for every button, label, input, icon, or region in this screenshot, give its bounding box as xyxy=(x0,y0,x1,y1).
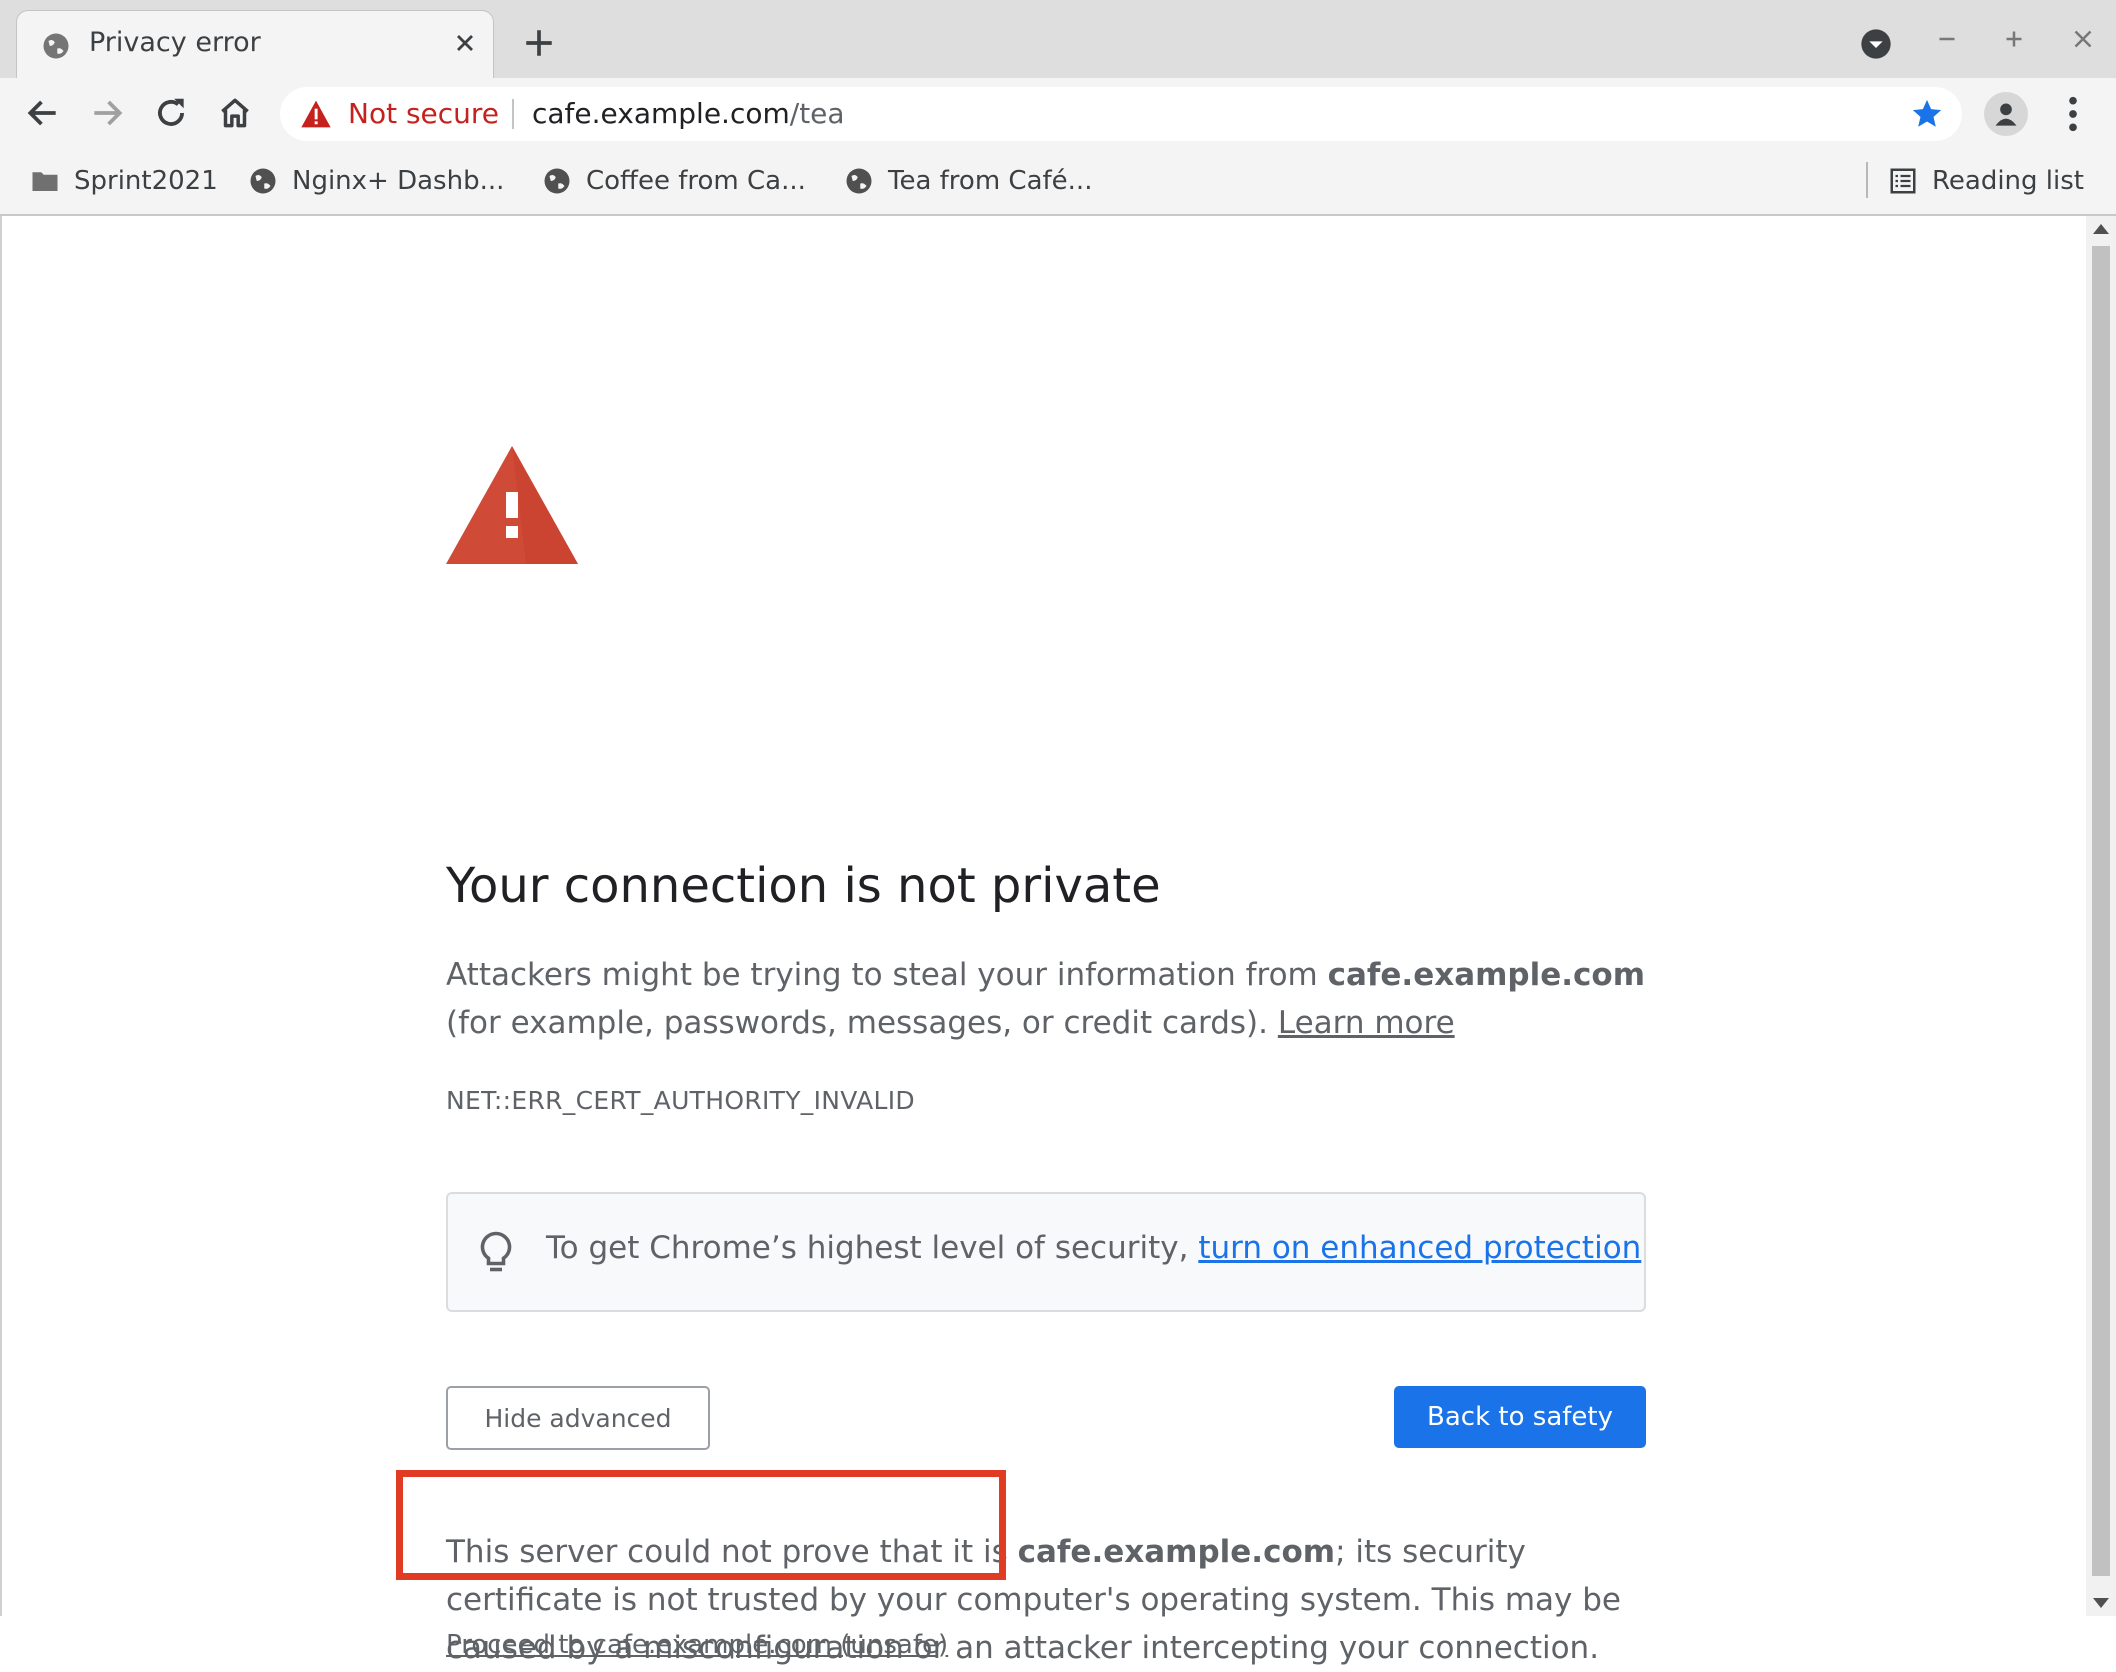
profile-avatar[interactable] xyxy=(1984,92,2028,136)
close-icon[interactable] xyxy=(451,29,479,57)
description-host: cafe.example.com xyxy=(1327,957,1646,993)
home-icon[interactable] xyxy=(216,94,254,132)
address-bar[interactable]: Not secure cafe.example.com/tea xyxy=(280,87,1962,141)
folder-icon xyxy=(32,172,58,191)
bookmark-nginx-dashboard[interactable]: Nginx+ Dashb... xyxy=(248,164,504,198)
scrollbar[interactable] xyxy=(2086,216,2116,1616)
details-host: cafe.example.com xyxy=(1017,1534,1336,1570)
description-text: Attackers might be trying to steal your … xyxy=(446,957,1328,993)
bookmark-tea-from-cafe[interactable]: Tea from Café... xyxy=(844,164,1092,198)
bookmarks-bar: Sprint2021 Nginx+ Dashb... Coffee from C… xyxy=(0,148,2116,216)
minimize-icon[interactable] xyxy=(1932,24,1962,54)
enhanced-protection-text: To get Chrome’s highest level of securit… xyxy=(546,1230,1641,1266)
chevron-down-icon[interactable] xyxy=(1860,28,1892,60)
learn-more-link[interactable]: Learn more xyxy=(1278,1005,1455,1041)
hide-advanced-button[interactable]: Hide advanced xyxy=(446,1386,710,1450)
scroll-down-arrow-icon[interactable] xyxy=(2093,1598,2109,1608)
bookmark-label: Tea from Café... xyxy=(888,166,1093,196)
url-path: /tea xyxy=(789,97,845,130)
forward-arrow-icon[interactable] xyxy=(88,94,126,132)
more-vertical-icon[interactable] xyxy=(2058,94,2088,134)
bookmark-label: Coffee from Ca... xyxy=(586,166,806,196)
maximize-icon[interactable] xyxy=(1999,24,2029,54)
scroll-up-arrow-icon[interactable] xyxy=(2093,224,2109,234)
highlight-box xyxy=(396,1470,1006,1580)
globe-icon xyxy=(43,33,69,59)
description-text-2: (for example, passwords, messages, or cr… xyxy=(446,1005,1278,1041)
not-secure-label[interactable]: Not secure xyxy=(348,97,499,130)
person-icon xyxy=(1995,103,2017,126)
omnibox-divider xyxy=(512,99,514,129)
warning-icon[interactable] xyxy=(300,99,332,129)
plus-icon[interactable] xyxy=(522,26,556,60)
proceed-unsafe-link[interactable]: Proceed to cafe.example.com (unsafe) xyxy=(446,1630,948,1660)
toolbar: Not secure cafe.example.com/tea xyxy=(0,78,2116,148)
bookmark-label: Nginx+ Dashb... xyxy=(292,166,505,196)
bookmarks-divider xyxy=(1866,162,1868,198)
reading-list-button[interactable]: Reading list xyxy=(1888,164,2084,198)
tab-strip: Privacy error xyxy=(0,0,2116,78)
error-code: NET::ERR_CERT_AUTHORITY_INVALID xyxy=(446,1086,915,1115)
bookmark-label: Sprint2021 xyxy=(74,166,218,196)
tab-privacy-error[interactable]: Privacy error xyxy=(16,10,494,78)
globe-icon xyxy=(544,168,570,194)
warning-description: Attackers might be trying to steal your … xyxy=(446,951,1646,1047)
enhanced-protection-link[interactable]: turn on enhanced protection xyxy=(1198,1230,1641,1266)
globe-icon xyxy=(846,168,872,194)
window-close-icon[interactable] xyxy=(2068,24,2098,54)
url-text[interactable]: cafe.example.com/tea xyxy=(532,97,845,130)
page-title: Your connection is not private xyxy=(446,858,1161,914)
enhanced-text: To get Chrome’s highest level of securit… xyxy=(546,1230,1199,1266)
reload-icon[interactable] xyxy=(152,94,190,132)
star-icon[interactable] xyxy=(1910,97,1944,131)
globe-icon xyxy=(250,168,276,194)
tab-title: Privacy error xyxy=(89,27,261,58)
reading-list-label: Reading list xyxy=(1932,166,2084,196)
bookmark-coffee-from-cafe[interactable]: Coffee from Ca... xyxy=(542,164,806,198)
url-host: cafe.example.com xyxy=(532,97,790,130)
bookmark-sprint2021[interactable]: Sprint2021 xyxy=(30,164,218,198)
enhanced-protection-box: To get Chrome’s highest level of securit… xyxy=(446,1192,1646,1312)
page-viewport: Your connection is not private Attackers… xyxy=(0,216,2086,1666)
reading-list-icon xyxy=(1890,168,1916,194)
back-to-safety-button[interactable]: Back to safety xyxy=(1394,1386,1646,1448)
warning-icon xyxy=(446,446,578,564)
scrollbar-thumb[interactable] xyxy=(2092,246,2110,1576)
lightbulb-icon xyxy=(480,1231,512,1272)
back-arrow-icon[interactable] xyxy=(24,94,62,132)
